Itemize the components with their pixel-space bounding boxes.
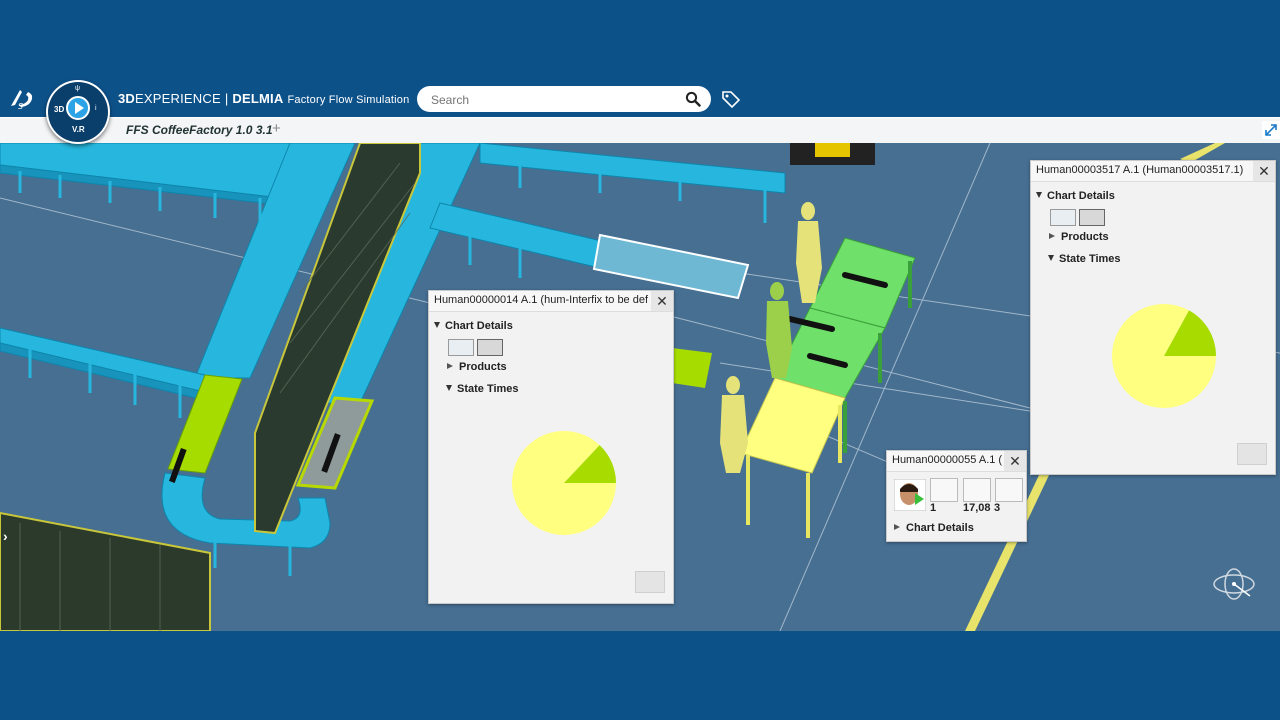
products-label: Products xyxy=(459,361,507,373)
products-node[interactable]: Products xyxy=(447,361,507,373)
panel-title: Human00000014 A.1 (hum-Interfix to be de… xyxy=(434,294,648,306)
play-icon[interactable] xyxy=(66,96,90,120)
chart-details-label: Chart Details xyxy=(1047,190,1115,202)
expand-icon[interactable] xyxy=(1262,121,1280,139)
products-stat-icon xyxy=(930,478,958,502)
human-avatar-icon xyxy=(894,479,926,511)
chart-type-1-icon[interactable] xyxy=(448,339,474,356)
chart-details-label: Chart Details xyxy=(445,320,513,332)
svg-text:S: S xyxy=(18,102,23,111)
ds-logo-icon: S xyxy=(11,90,33,111)
brand-3d: 3D xyxy=(118,91,136,106)
state-times-node[interactable]: State Times xyxy=(446,383,519,395)
close-icon[interactable]: ✕ xyxy=(1253,161,1275,181)
robot xyxy=(790,143,875,165)
app-title: 3DEXPERIENCE | DELMIA Factory Flow Simulati… xyxy=(118,91,409,106)
stat-value-1: 1 xyxy=(930,502,937,514)
chart-type-2-icon[interactable] xyxy=(477,339,503,356)
add-tab-button[interactable]: + xyxy=(272,120,281,137)
tab-ffs-coffeefactory[interactable]: FFS CoffeeFactory 1.0 3.1 xyxy=(118,118,281,145)
compass-icon[interactable]: 3D V.R ψ i xyxy=(46,80,110,144)
compass-bottom-label: V.R xyxy=(72,125,85,134)
export-icon[interactable] xyxy=(635,571,665,593)
state-times-node[interactable]: State Times xyxy=(1048,253,1121,265)
search-icon[interactable] xyxy=(685,91,701,107)
chart-details-node[interactable]: Chart Details xyxy=(894,522,974,534)
chart-details-label: Chart Details xyxy=(906,522,974,534)
compass-center-label: 3D xyxy=(54,105,65,114)
stat-value-2: 17,08 xyxy=(963,502,991,514)
stat-value-3: 3 xyxy=(994,502,1001,514)
state-times-pie-chart xyxy=(512,431,616,535)
products-label: Products xyxy=(1061,231,1109,243)
left-expand-arrow[interactable]: › xyxy=(3,528,8,544)
tab-bar: FFS CoffeeFactory 1.0 3.1 + xyxy=(0,116,1280,145)
state-times-pie-chart xyxy=(1112,304,1216,408)
bottom-frame xyxy=(0,631,1280,720)
state-panel-human3517: Human00003517 A.1 (Human00003517.1) ✕ Ch… xyxy=(1030,160,1276,475)
close-icon[interactable]: ✕ xyxy=(651,291,673,311)
search-box xyxy=(417,86,711,112)
export-icon[interactable] xyxy=(1237,443,1267,465)
search-input[interactable] xyxy=(429,90,683,110)
brand-separator: | xyxy=(224,91,229,106)
close-icon[interactable]: ✕ xyxy=(1004,451,1026,471)
state-times-label: State Times xyxy=(1059,253,1121,265)
time-stat-icon xyxy=(963,478,991,502)
chart-type-2-icon[interactable] xyxy=(1079,209,1105,226)
compass-triad-icon[interactable] xyxy=(1212,566,1256,602)
state-times-label: State Times xyxy=(457,383,519,395)
chart-details-node[interactable]: Chart Details xyxy=(1036,190,1115,202)
tag-icon[interactable] xyxy=(720,89,742,109)
panel-title: Human00003517 A.1 (Human00003517.1) xyxy=(1036,164,1244,176)
moves-stat-icon xyxy=(995,478,1023,502)
app-name: Factory Flow Simulation xyxy=(287,94,410,106)
brand-experience: EXPERIENCE xyxy=(135,91,221,106)
state-panel-human14: Human00000014 A.1 (hum-Interfix to be de… xyxy=(428,290,674,604)
products-node[interactable]: Products xyxy=(1049,231,1109,243)
panel-title: Human00000055 A.1 (hu xyxy=(892,454,1002,466)
chart-type-1-icon[interactable] xyxy=(1050,209,1076,226)
chart-details-node[interactable]: Chart Details xyxy=(434,320,513,332)
brand-delmia: DELMIA xyxy=(232,91,284,106)
stats-panel-human55: Human00000055 A.1 (hu ✕ 1 17,08 3 Chart … xyxy=(886,450,1027,542)
